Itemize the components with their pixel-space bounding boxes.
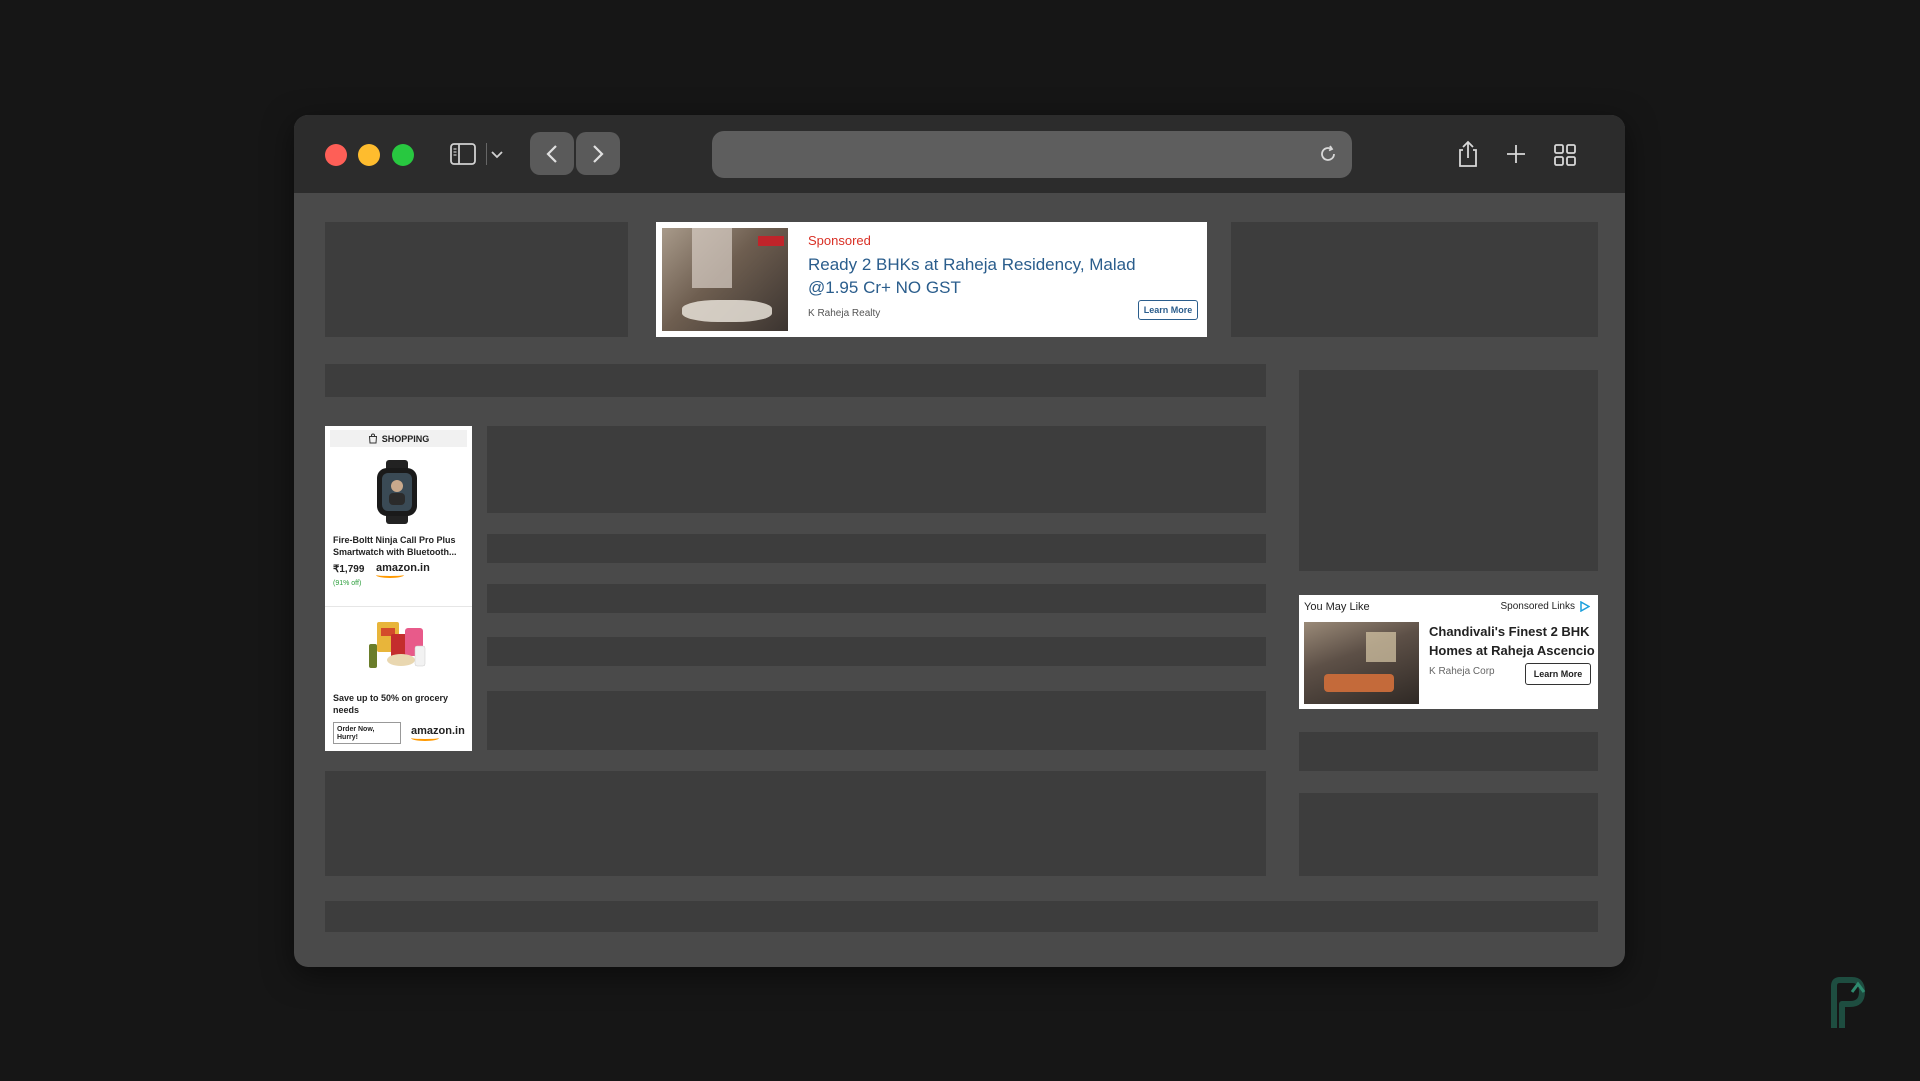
browser-toolbar	[294, 115, 1625, 193]
learn-more-button[interactable]: Learn More	[1138, 300, 1198, 320]
divider	[325, 606, 472, 607]
grocery-product-image[interactable]	[365, 616, 431, 672]
new-tab-icon[interactable]	[1503, 140, 1529, 168]
sponsored-links-label: Sponsored Links	[1500, 601, 1576, 612]
shopping-bag-icon	[368, 433, 377, 444]
content-placeholder	[1231, 222, 1598, 337]
tab-overview-icon[interactable]	[1552, 140, 1578, 168]
reload-icon[interactable]	[1318, 144, 1338, 164]
you-may-like-ad[interactable]: You May Like Sponsored Links Chandivali'…	[1299, 595, 1598, 709]
sidebar-toggle-icon[interactable]	[450, 143, 476, 165]
chevron-right-icon	[593, 144, 604, 163]
top-banner-ad[interactable]: Sponsored Ready 2 BHKs at Raheja Residen…	[656, 222, 1207, 337]
ad-headline[interactable]: Ready 2 BHKs at Raheja Residency, Malad …	[808, 253, 1188, 299]
brand-logo-mark	[758, 236, 784, 246]
shopping-ad[interactable]: SHOPPING Fire-Boltt Ninja Call Pro Plus …	[325, 426, 472, 751]
ad-advertiser: K Raheja Realty	[808, 308, 881, 319]
amazon-logo-text: amazon.in	[411, 725, 465, 737]
forward-button[interactable]	[576, 132, 620, 175]
back-button[interactable]	[530, 132, 574, 175]
brand-logo-icon	[1831, 977, 1866, 1028]
ad-image[interactable]	[1304, 622, 1419, 704]
shopping-header-label: SHOPPING	[381, 433, 430, 444]
ad-headline[interactable]: Chandivali's Finest 2 BHK Homes at Rahej…	[1429, 622, 1597, 660]
chevron-left-icon	[546, 144, 557, 163]
content-placeholder	[1299, 370, 1598, 571]
content-placeholder	[487, 534, 1266, 563]
content-placeholder	[1299, 793, 1598, 876]
toolbar-divider	[486, 143, 487, 165]
amazon-logo: amazon.in	[411, 725, 465, 741]
amazon-logo: amazon.in	[376, 562, 430, 578]
product-price: ₹1,799	[333, 564, 365, 575]
browser-window: Sponsored Ready 2 BHKs at Raheja Residen…	[294, 115, 1625, 967]
address-bar[interactable]	[712, 131, 1352, 178]
share-icon[interactable]	[1455, 140, 1481, 168]
product-name[interactable]: Fire-Boltt Ninja Call Pro Plus Smartwatc…	[333, 534, 468, 558]
content-placeholder	[325, 771, 1266, 876]
content-placeholder	[487, 637, 1266, 666]
shopping-header: SHOPPING	[330, 430, 467, 447]
product-discount: (91% off)	[333, 580, 362, 587]
ad-image	[662, 228, 788, 331]
order-now-button[interactable]: Order Now, Hurry!	[333, 722, 401, 744]
amazon-logo-text: amazon.in	[376, 562, 430, 574]
section-label: You May Like	[1304, 601, 1370, 613]
zoom-window-button[interactable]	[392, 144, 414, 166]
learn-more-button[interactable]: Learn More	[1525, 663, 1591, 685]
sponsored-links[interactable]: Sponsored Links	[1500, 601, 1590, 612]
promo-text[interactable]: Save up to 50% on grocery needs	[333, 692, 463, 716]
sponsored-label: Sponsored	[808, 233, 871, 248]
smartwatch-product-image[interactable]	[374, 460, 420, 524]
content-placeholder	[1299, 732, 1598, 771]
adchoices-icon[interactable]	[1579, 601, 1590, 612]
minimize-window-button[interactable]	[358, 144, 380, 166]
close-window-button[interactable]	[325, 144, 347, 166]
content-placeholder	[487, 426, 1266, 513]
content-placeholder	[487, 691, 1266, 750]
chevron-down-icon[interactable]	[490, 147, 504, 161]
content-placeholder	[325, 901, 1598, 932]
ad-advertiser: K Raheja Corp	[1429, 666, 1495, 677]
content-placeholder	[325, 222, 628, 337]
content-placeholder	[325, 364, 1266, 397]
content-placeholder	[487, 584, 1266, 613]
